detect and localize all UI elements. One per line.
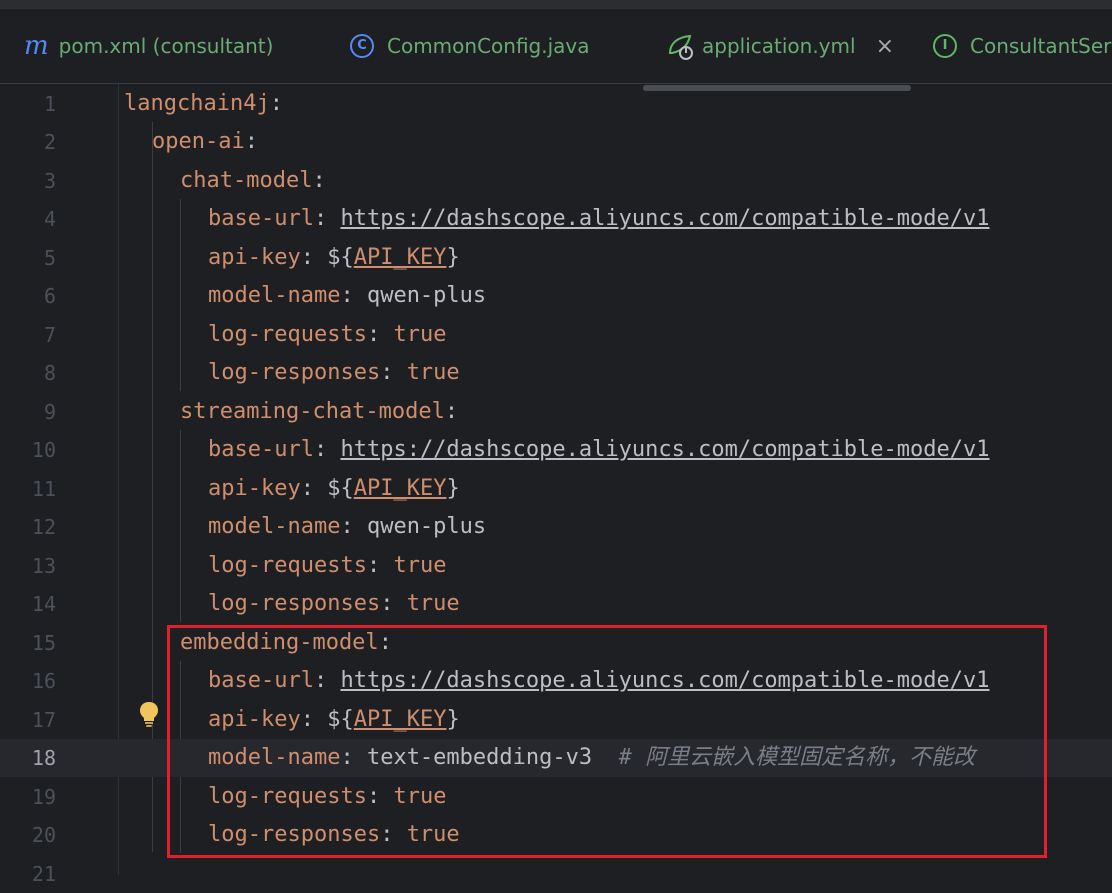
line-number: 2 [43,130,56,154]
tab-label: ConsultantService [970,34,1112,58]
yaml-key: log-requests [208,322,367,347]
yaml-value: true [406,591,460,616]
line-number: 18 [31,746,56,770]
yaml-value: qwen-plus [366,283,487,308]
code-line: 12 model-name: qwen-plus [0,508,1112,546]
code-line: 3 chat-model: [0,162,1112,200]
tab-application-yml[interactable]: application.yml × [666,9,894,83]
yaml-key: api-key [208,476,301,501]
url-link[interactable]: https://dashscope.aliyuncs.com/compatibl… [340,437,989,462]
code-line: 7 log-requests: true [0,316,1112,354]
line-number: 15 [31,631,56,655]
tab-pom-xml[interactable]: m pom.xml (consultant) [24,9,273,83]
code-line: 8 log-responses: true [0,354,1112,392]
env-variable-link[interactable]: API_KEY [354,476,447,501]
line-number: 5 [43,246,56,270]
spring-config-icon [668,34,693,60]
yaml-key: model-name [208,514,341,539]
yaml-key: model-name [208,283,341,308]
yaml-value: true [393,322,447,347]
editor-tab-bar: m pom.xml (consultant) C CommonConfig.ja… [0,9,1112,91]
window-top-strip [0,0,1112,9]
code-line: 6 model-name: qwen-plus [0,277,1112,315]
code-line: 11 api-key: ${API_KEY} [0,470,1112,508]
yaml-key: open-ai [152,129,245,154]
line-number: 21 [31,862,56,886]
code-line: 13 log-requests: true [0,547,1112,585]
line-number: 20 [31,823,56,847]
yaml-key: streaming-chat-model [180,399,445,424]
code-editor[interactable]: 1 langchain4j: 2 open-ai: 3 chat-model: … [0,84,1112,886]
yaml-key: api-key [208,245,301,270]
lightbulb-intention-icon[interactable] [138,700,160,730]
yaml-key: log-responses [208,360,381,385]
yaml-value: true [393,553,447,578]
line-number: 1 [43,92,56,116]
yaml-key: base-url [208,437,314,462]
tab-consultant-service[interactable]: I ConsultantService [933,9,1112,83]
tab-label: pom.xml (consultant) [58,34,274,58]
code-line: 4 base-url: https://dashscope.aliyuncs.c… [0,200,1112,238]
interface-i-icon: I [933,34,957,58]
line-number: 6 [43,284,56,308]
code-line: 21 [0,855,1112,893]
line-number: 8 [43,361,56,385]
line-number: 3 [43,169,56,193]
line-number: 11 [31,477,56,501]
yaml-value: true [406,360,460,385]
code-line: 2 open-ai: [0,123,1112,161]
line-number: 12 [31,515,56,539]
line-number: 16 [31,669,56,693]
tab-label: application.yml [702,34,856,58]
line-number: 14 [31,592,56,616]
code-line: 5 api-key: ${API_KEY} [0,239,1112,277]
line-number: 7 [43,323,56,347]
code-line: 9 streaming-chat-model: [0,393,1112,431]
yaml-key: log-responses [208,591,381,616]
class-c-icon: C [350,34,374,58]
maven-m-icon: m [24,31,49,61]
tab-label: CommonConfig.java [387,34,590,58]
yaml-value: qwen-plus [366,514,487,539]
code-line: 1 langchain4j: [0,85,1112,123]
line-number: 4 [43,207,56,231]
yaml-key: log-requests [208,553,367,578]
yaml-key: langchain4j [124,91,270,116]
highlight-annotation-box [167,625,1047,858]
yaml-key: chat-model [180,168,313,193]
line-number: 9 [43,400,56,424]
tab-common-config-java[interactable]: C CommonConfig.java [350,9,590,83]
line-number: 13 [31,554,56,578]
line-number: 19 [31,785,56,809]
code-line: 10 base-url: https://dashscope.aliyuncs.… [0,431,1112,469]
yaml-key: base-url [208,206,314,231]
line-number: 17 [31,708,56,732]
env-variable-link[interactable]: API_KEY [354,245,447,270]
line-number: 10 [31,438,56,462]
url-link[interactable]: https://dashscope.aliyuncs.com/compatibl… [340,206,989,231]
code-line: 14 log-responses: true [0,585,1112,623]
close-tab-icon[interactable]: × [876,34,894,59]
